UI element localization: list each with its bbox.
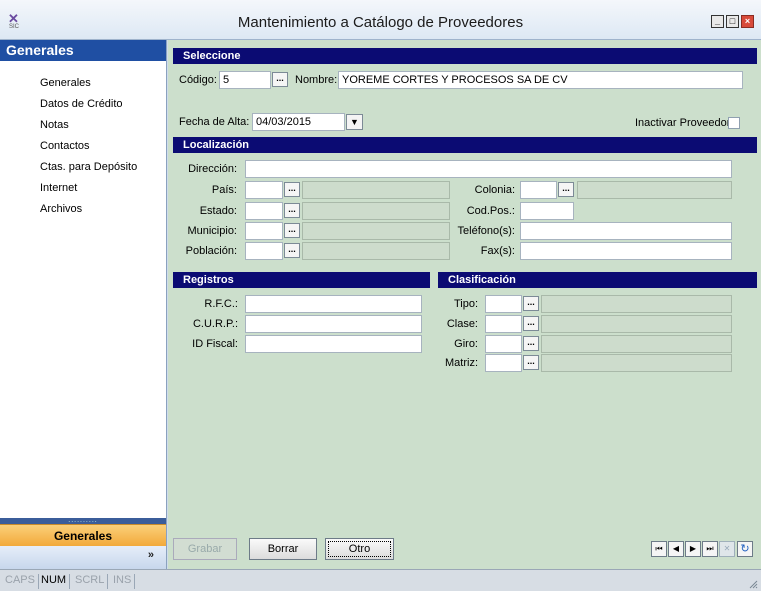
sidebar-item-generales[interactable]: Generales bbox=[0, 73, 166, 94]
telefono-label: Teléfono(s): bbox=[457, 225, 515, 237]
refresh-icon[interactable]: ↻ bbox=[737, 541, 753, 557]
nombre-label: Nombre: bbox=[295, 74, 338, 86]
inactivar-proveedor-label: Inactivar Proveedor: bbox=[635, 117, 734, 129]
giro-description bbox=[541, 335, 732, 353]
sidebar-item-datos-credito[interactable]: Datos de Crédito bbox=[0, 94, 166, 115]
rfc-label: R.F.C.: bbox=[204, 298, 238, 310]
inactivar-proveedor-checkbox[interactable] bbox=[728, 117, 740, 129]
poblacion-description bbox=[302, 242, 450, 260]
poblacion-input[interactable] bbox=[245, 242, 283, 260]
status-caps: CAPS bbox=[2, 574, 39, 589]
municipio-input[interactable] bbox=[245, 222, 283, 240]
colonia-lookup-button[interactable]: ... bbox=[558, 182, 574, 197]
codigo-label: Código: bbox=[179, 74, 217, 86]
last-record-icon[interactable]: ⏭ bbox=[702, 541, 718, 557]
section-localizacion-header: Localización bbox=[173, 137, 757, 153]
tipo-description bbox=[541, 295, 732, 313]
status-scrl: SCRL bbox=[72, 574, 109, 589]
pais-label: País: bbox=[211, 184, 237, 196]
fax-label: Fax(s): bbox=[480, 245, 515, 257]
tipo-label: Tipo: bbox=[453, 298, 478, 310]
otro-button[interactable]: Otro bbox=[325, 538, 394, 560]
pais-input[interactable] bbox=[245, 181, 283, 199]
clase-lookup-button[interactable]: ... bbox=[523, 316, 539, 331]
sidebar-item-contactos[interactable]: Contactos bbox=[0, 136, 166, 157]
nombre-input[interactable]: YOREME CORTES Y PROCESOS SA DE CV bbox=[338, 71, 743, 89]
matriz-lookup-button[interactable]: ... bbox=[523, 355, 539, 370]
poblacion-label: Población: bbox=[185, 245, 237, 257]
matriz-description bbox=[541, 354, 732, 372]
fecha-alta-input[interactable]: 04/03/2015 bbox=[252, 113, 345, 131]
section-registros-header: Registros bbox=[173, 272, 430, 288]
codigo-lookup-button[interactable]: ... bbox=[272, 72, 288, 87]
giro-lookup-button[interactable]: ... bbox=[523, 336, 539, 351]
clase-description bbox=[541, 315, 732, 333]
id-fiscal-label: ID Fiscal: bbox=[192, 338, 238, 350]
pais-description bbox=[302, 181, 450, 199]
municipio-lookup-button[interactable]: ... bbox=[284, 223, 300, 238]
resize-grip-icon[interactable] bbox=[748, 579, 758, 589]
rfc-input[interactable] bbox=[245, 295, 422, 313]
main-form: Seleccione Código: 5 ... Nombre: YOREME … bbox=[168, 40, 761, 569]
matriz-label: Matriz: bbox=[445, 357, 478, 369]
minimize-button[interactable]: _ bbox=[711, 15, 724, 28]
municipio-description bbox=[302, 222, 450, 240]
status-bar: CAPS NUM SCRL INS bbox=[0, 569, 761, 591]
grabar-button[interactable]: Grabar bbox=[173, 538, 237, 560]
sidebar: Generales Generales Datos de Crédito Not… bbox=[0, 40, 167, 569]
codpos-input[interactable] bbox=[520, 202, 574, 220]
sidebar-item-ctas-deposito[interactable]: Ctas. para Depósito bbox=[0, 157, 166, 178]
fecha-alta-label: Fecha de Alta: bbox=[179, 116, 250, 128]
estado-label: Estado: bbox=[199, 205, 237, 217]
colonia-input[interactable] bbox=[520, 181, 557, 199]
estado-lookup-button[interactable]: ... bbox=[284, 203, 300, 218]
fecha-alta-dropdown-button[interactable]: ▼ bbox=[346, 114, 363, 130]
title-bar: ✕ SIC Mantenimiento a Catálogo de Proveed… bbox=[0, 0, 761, 40]
next-record-icon[interactable]: ▶ bbox=[685, 541, 701, 557]
id-fiscal-input[interactable] bbox=[245, 335, 422, 353]
codpos-label: Cod.Pos.: bbox=[466, 205, 515, 217]
chevron-down-icon[interactable]: » bbox=[148, 549, 154, 561]
curp-label: C.U.R.P.: bbox=[192, 318, 238, 330]
previous-record-icon[interactable]: ◀ bbox=[668, 541, 684, 557]
estado-input[interactable] bbox=[245, 202, 283, 220]
pais-lookup-button[interactable]: ... bbox=[284, 182, 300, 197]
telefono-input[interactable] bbox=[520, 222, 732, 240]
giro-input[interactable] bbox=[485, 335, 522, 353]
sidebar-item-notas[interactable]: Notas bbox=[0, 115, 166, 136]
estado-description bbox=[302, 202, 450, 220]
direccion-input[interactable] bbox=[245, 160, 732, 178]
sidebar-tab-generales[interactable]: Generales bbox=[0, 524, 166, 546]
colonia-label: Colonia: bbox=[474, 184, 515, 196]
curp-input[interactable] bbox=[245, 315, 422, 333]
section-clasificacion-header: Clasificación bbox=[438, 272, 757, 288]
status-num: NUM bbox=[38, 574, 71, 589]
close-button[interactable]: × bbox=[741, 15, 754, 28]
giro-label: Giro: bbox=[454, 338, 478, 350]
maximize-button[interactable]: □ bbox=[726, 15, 739, 28]
colonia-description bbox=[577, 181, 732, 199]
fax-input[interactable] bbox=[520, 242, 732, 260]
municipio-label: Municipio: bbox=[187, 225, 237, 237]
codigo-input[interactable]: 5 bbox=[219, 71, 271, 89]
matriz-input[interactable] bbox=[485, 354, 522, 372]
tipo-lookup-button[interactable]: ... bbox=[523, 296, 539, 311]
status-ins: INS bbox=[110, 574, 136, 589]
sidebar-header: Generales bbox=[0, 40, 166, 61]
direccion-label: Dirección: bbox=[188, 163, 237, 175]
first-record-icon[interactable]: ⏮ bbox=[651, 541, 667, 557]
poblacion-lookup-button[interactable]: ... bbox=[284, 243, 300, 258]
window-title: Mantenimiento a Catálogo de Proveedores bbox=[237, 14, 524, 31]
sidebar-overflow-bar: » bbox=[0, 546, 166, 569]
sidebar-item-archivos[interactable]: Archivos bbox=[0, 199, 166, 220]
sidebar-list: Generales Datos de Crédito Notas Contact… bbox=[0, 61, 166, 220]
tipo-input[interactable] bbox=[485, 295, 522, 313]
sidebar-item-internet[interactable]: Internet bbox=[0, 178, 166, 199]
borrar-button[interactable]: Borrar bbox=[249, 538, 317, 560]
cancel-icon[interactable]: ✕ bbox=[719, 541, 735, 557]
clase-input[interactable] bbox=[485, 315, 522, 333]
section-seleccione-header: Seleccione bbox=[173, 48, 757, 64]
clase-label: Clase: bbox=[446, 318, 478, 330]
